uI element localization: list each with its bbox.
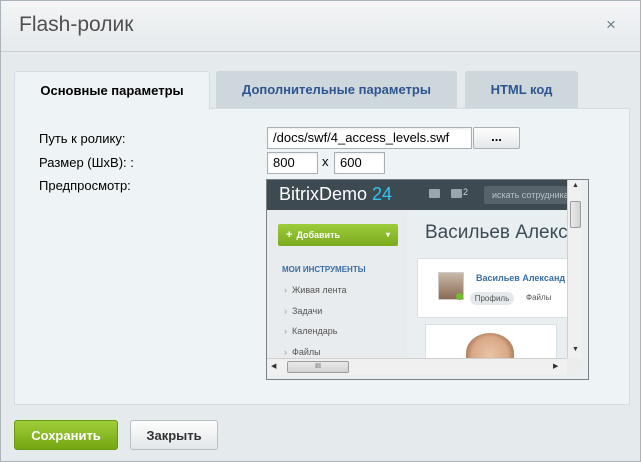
flash-preview[interactable]: BitrixDemo 24 2 искать сотрудника + Добав…: [266, 179, 589, 380]
preview-sidebar: +Добавить ▾ МОИ ИНСТРУМЕНТЫ Живая лента З…: [267, 210, 407, 358]
preview-menu-item: Задачи: [284, 306, 322, 316]
preview-user-name: Васильев Александ: [476, 273, 566, 283]
notification-icon: [451, 189, 462, 198]
height-input[interactable]: 600: [334, 152, 385, 174]
preview-profile-tab: Профиль: [470, 292, 514, 305]
size-separator: x: [322, 154, 329, 169]
preview-section-title: МОИ ИНСТРУМЕНТЫ: [282, 265, 366, 274]
dialog-title: Flash-ролик: [19, 13, 134, 36]
save-button[interactable]: Сохранить: [14, 420, 118, 450]
preview-header: BitrixDemo 24 2 искать сотрудника: [267, 180, 567, 210]
plus-icon: +: [286, 229, 293, 241]
close-icon[interactable]: ×: [601, 15, 621, 35]
logo-text: BitrixDemo: [279, 184, 368, 204]
preview-menu-item: Файлы: [284, 347, 321, 357]
preview-menu-item: Календарь: [284, 326, 337, 336]
preview-photo-card: [425, 324, 557, 373]
preview-label: Предпросмотр:: [39, 178, 131, 193]
preview-search: искать сотрудника: [484, 186, 567, 204]
dialog-titlebar[interactable]: Flash-ролик ×: [1, 1, 640, 52]
preview-user-card: Васильев Александ Профиль Файлы: [417, 258, 569, 318]
tab-additional-params[interactable]: Дополнительные параметры: [216, 71, 457, 108]
scroll-right-icon[interactable]: ▶: [553, 362, 558, 370]
preview-files-tab: Файлы: [526, 293, 552, 302]
browse-button[interactable]: ...: [473, 127, 520, 149]
online-status-icon: [456, 293, 463, 300]
path-label: Путь к ролику:: [39, 131, 126, 146]
scroll-up-icon[interactable]: ▲: [572, 182, 579, 189]
chat-icon: [429, 189, 440, 198]
path-input[interactable]: /docs/swf/4_access_levels.swf: [267, 127, 472, 149]
close-button[interactable]: Закрыть: [130, 420, 218, 450]
tab-html-code[interactable]: HTML код: [465, 71, 578, 108]
chevron-down-icon: ▾: [385, 230, 390, 239]
flash-dialog: Flash-ролик × Основные параметры Дополни…: [0, 0, 641, 462]
scroll-down-icon[interactable]: ▼: [572, 346, 579, 353]
size-label: Размер (ШxВ): :: [39, 155, 134, 170]
width-input[interactable]: 800: [267, 152, 318, 174]
preview-menu-item: Живая лента: [284, 285, 347, 295]
scroll-left-icon[interactable]: ◀: [271, 362, 276, 370]
horizontal-scroll-thumb[interactable]: III: [287, 361, 349, 373]
preview-add-button: + Добавить ▾: [278, 224, 398, 246]
vertical-scroll-thumb[interactable]: [570, 201, 581, 228]
tab-main-params[interactable]: Основные параметры: [14, 71, 210, 110]
add-label: Добавить: [296, 230, 341, 240]
preview-profile-heading: Васильев Алекс: [425, 222, 568, 243]
preview-horizontal-scrollbar[interactable]: ◀ III ▶: [267, 358, 567, 375]
preview-logo: BitrixDemo 24: [279, 184, 392, 205]
notification-count: 2: [463, 187, 469, 197]
scrollbar-corner: [567, 358, 581, 374]
logo-number: 24: [372, 184, 393, 204]
preview-vertical-scrollbar[interactable]: ▲ ▼: [567, 180, 582, 358]
